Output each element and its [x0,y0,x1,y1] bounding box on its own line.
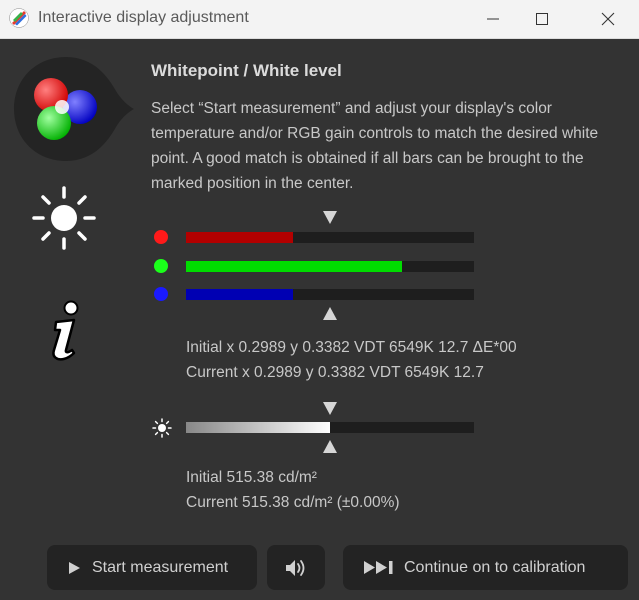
luminance-sun-icon [152,418,172,438]
green-channel-dot [154,259,168,273]
luminance-initial-readout: Initial 515.38 cd/m² [186,469,317,486]
red-channel-fill [186,232,293,243]
luminance-bar [186,422,474,433]
start-measurement-label: Start measurement [92,559,229,576]
red-channel-dot [154,230,168,244]
maximize-button[interactable] [519,0,565,38]
section-heading: Whitepoint / White level [151,61,342,80]
brightness-sun-icon [32,186,96,250]
close-icon [601,12,615,26]
info-icon [52,300,79,361]
sound-toggle-button[interactable] [267,545,325,590]
luminance-target-marker-top [323,402,337,415]
target-marker-top [323,211,337,224]
title-bar: Interactive display adjustment [0,0,639,39]
maximize-icon [536,13,548,25]
target-marker-bottom [323,307,337,320]
speaker-icon [286,560,305,576]
whitepoint-initial-readout: Initial x 0.2989 y 0.3382 VDT 6549K 12.7… [186,339,517,356]
blue-channel-bar [186,289,474,300]
window-title: Interactive display adjustment [38,9,249,26]
green-channel-fill [186,261,402,272]
rgb-spheres-app-icon [9,8,29,28]
close-button[interactable] [585,0,631,38]
whitepoint-current-readout: Current x 0.2989 y 0.3382 VDT 6549K 12.7 [186,364,484,381]
continue-calibration-button[interactable]: Continue on to calibration [343,545,628,590]
blue-channel-fill [186,289,293,300]
start-measurement-button[interactable]: Start measurement [47,545,257,590]
luminance-target-marker-bottom [323,440,337,453]
rgb-color-spheres-icon [14,57,134,161]
blue-channel-dot [154,287,168,301]
luminance-current-readout: Current 515.38 cd/m² (±0.00%) [186,494,400,511]
continue-calibration-label: Continue on to calibration [404,559,586,576]
minimize-button[interactable] [470,0,516,38]
luminance-fill [186,422,330,433]
red-channel-bar [186,232,474,243]
green-channel-bar [186,261,474,272]
minimize-icon [487,18,499,20]
play-icon [69,562,80,574]
instructions-text: Select “Start measurement” and adjust yo… [151,100,599,192]
skip-forward-icon [364,561,393,574]
